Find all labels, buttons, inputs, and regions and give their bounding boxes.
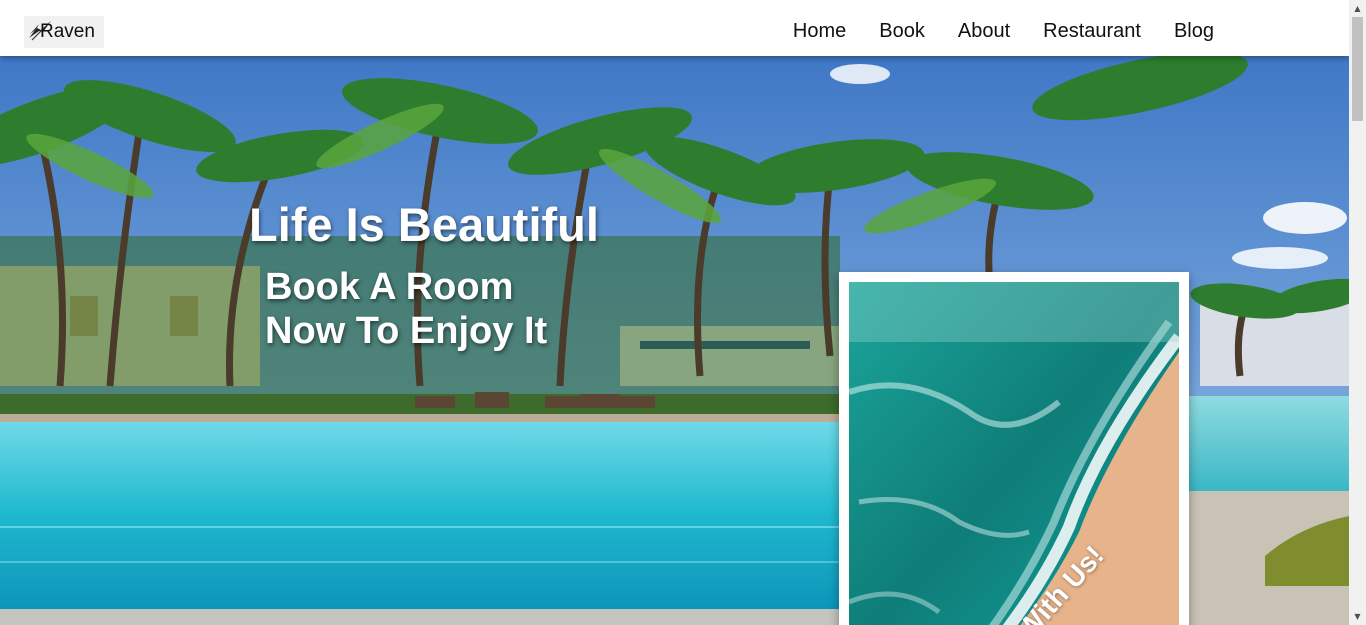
navbar: Raven Home Book About Restaurant Blog	[0, 0, 1349, 56]
main-nav: Home Book About Restaurant Blog	[793, 20, 1214, 43]
scroll-thumb[interactable]	[1352, 17, 1363, 121]
hero-subline-2: Now To Enjoy It	[265, 310, 548, 352]
nav-book[interactable]: Book	[879, 20, 925, 43]
hero-section: Life Is Beautiful Book A Room Now To Enj…	[0, 56, 1349, 625]
scroll-up-arrow-icon[interactable]: ▲	[1349, 0, 1366, 17]
brand-logo[interactable]: Raven	[24, 16, 104, 48]
beach-aerial-image	[849, 282, 1179, 625]
nav-about[interactable]: About	[958, 20, 1010, 43]
page-scrollbar[interactable]: ▲ ▼	[1349, 0, 1366, 625]
hero-headline: Life Is Beautiful	[249, 198, 599, 251]
nav-restaurant[interactable]: Restaurant	[1043, 20, 1141, 43]
scroll-down-arrow-icon[interactable]: ▼	[1349, 608, 1366, 625]
nav-home[interactable]: Home	[793, 20, 846, 43]
hero-subline-1: Book A Room	[265, 266, 514, 308]
nav-blog[interactable]: Blog	[1174, 20, 1214, 43]
beach-photo-card: With Us!	[839, 272, 1189, 625]
brand-name: Raven	[40, 21, 95, 42]
